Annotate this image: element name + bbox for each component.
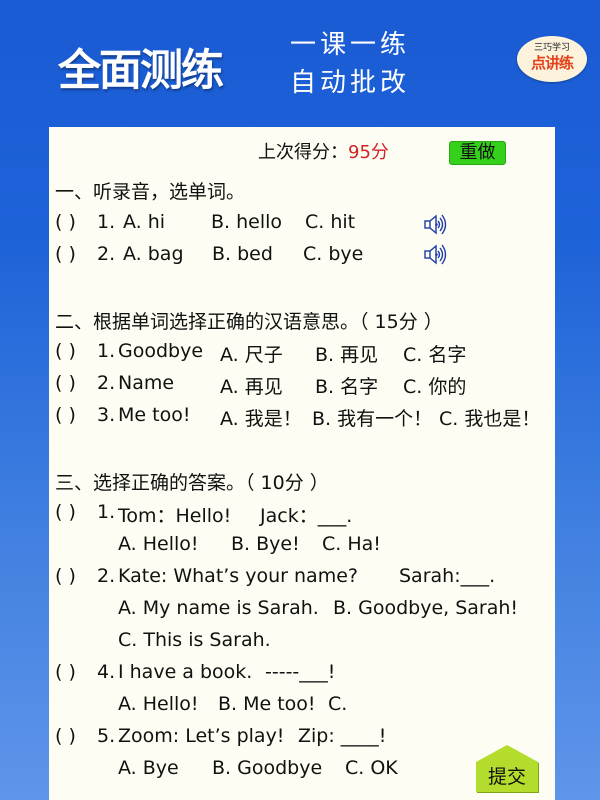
option-b: B. bed [212,243,273,265]
option-c: C. bye [303,243,364,265]
question-number: 1. [97,211,116,233]
question-number: 4. [97,661,116,683]
options-row: A. Hello! B. Me too! C. [55,693,550,719]
question-reply: Zip: ____! [298,725,387,747]
speaker-icon[interactable] [423,213,453,237]
question-reply: Sarah:___. [399,565,496,587]
question-row: ( ) 1. Tom：Hello! Jack：___. [55,501,550,527]
speaker-icon[interactable] [423,243,453,267]
option-b: B. hello [211,211,283,233]
section-2-title: 二、根据单词选择正确的汉语意思。（ 15分 ） [55,311,443,333]
option-b: B. 我有一个！ [312,408,433,430]
question-number: 2. [97,372,116,394]
option-c: C. OK [345,757,398,779]
option-a: A. Hello! [118,693,199,715]
question-stem: Tom：Hello! [118,505,232,527]
header: 全面测练 一课一练 自动批改 三巧学习 点讲练 [0,0,600,128]
last-score: 上次得分：95分 [258,138,389,164]
option-c: C. hit [305,211,356,233]
logo-badge: 三巧学习 点讲练 [517,36,587,82]
options-row: A. My name is Sarah. B. Goodbye, Sarah! [55,597,550,623]
option-a: A. hi [123,211,166,233]
submit-label: 提交 [487,766,526,788]
redo-button[interactable]: 重做 [449,141,506,165]
section-3-title: 三、选择正确的答案。（ 10分 ） [55,472,329,494]
slogan-line-1: 一课一练 [290,30,411,60]
question-number: 1. [97,501,116,523]
option-a: A. 再见 [220,376,283,398]
answer-bracket[interactable]: ( ) [55,725,76,747]
option-c: C. 你的 [403,376,467,398]
options-row: C. This is Sarah. [55,629,550,655]
question-row: ( ) 1. Goodbye A. 尺子 B. 再见 C. 名字 [55,340,550,366]
option-b: B. 再见 [315,344,379,366]
option-a: A. 我是！ [220,408,302,430]
question-row: ( ) 2. A. bag B. bed C. bye [55,243,550,269]
last-score-label: 上次得分： [258,142,348,163]
brand-title: 全面测练 [58,46,224,96]
question-row: ( ) 1. A. hi B. hello C. hit [55,211,550,237]
answer-bracket[interactable]: ( ) [55,243,76,265]
question-stem: Kate: What’s your name? [118,565,358,587]
question-reply: Jack：___. [260,505,353,527]
submit-button[interactable]: 提交 [474,744,540,794]
option-a: A. Bye [118,757,179,779]
score-row: 上次得分：95分 重做 [49,135,555,165]
question-stem: Goodbye [118,340,204,362]
option-c: C. Ha! [322,533,381,555]
question-number: 2. [97,243,116,265]
question-stem: Name [118,372,175,394]
option-b: B. Bye! [231,533,300,555]
option-a: A. 尺子 [220,344,283,366]
section-1-title: 一、听录音，选单词。 [55,181,246,203]
answer-bracket[interactable]: ( ) [55,661,76,683]
answer-bracket[interactable]: ( ) [55,211,76,233]
answer-bracket[interactable]: ( ) [55,501,76,523]
question-number: 1. [97,340,116,362]
option-a: A. My name is Sarah. [118,597,319,619]
answer-bracket[interactable]: ( ) [55,340,76,362]
answer-bracket[interactable]: ( ) [55,404,76,426]
options-row: A. Hello! B. Bye! C. Ha! [55,533,550,559]
last-score-value: 95分 [348,142,389,163]
question-number: 3. [97,404,116,426]
question-row: ( ) 2. Name A. 再见 B. 名字 C. 你的 [55,372,550,398]
question-row: ( ) 2. Kate: What’s your name? Sarah:___… [55,565,550,591]
question-number: 5. [97,725,116,747]
option-c: C. [328,693,348,715]
answer-bracket[interactable]: ( ) [55,372,76,394]
option-a: A. Hello! [118,533,199,555]
option-c: C. This is Sarah. [118,629,271,651]
option-a: A. bag [123,243,184,265]
question-reply: -----___! [265,661,336,683]
question-stem: I have a book. [118,661,253,683]
question-stem: Me too! [118,404,191,426]
option-c: C. 我也是！ [439,408,541,430]
question-row: ( ) 4. I have a book. -----___! [55,661,550,687]
option-b: B. Goodbye [212,757,323,779]
logo-top-text: 三巧学习 [533,43,570,53]
option-c: C. 名字 [403,344,467,366]
option-b: B. Me too! [218,693,316,715]
answer-bracket[interactable]: ( ) [55,565,76,587]
question-number: 2. [97,565,116,587]
slogan: 一课一练 自动批改 [290,26,410,102]
option-b: B. Goodbye, Sarah! [333,597,519,619]
logo-bottom-text: 点讲练 [530,54,574,72]
question-stem: Zoom: Let’s play! [118,725,285,747]
question-row: ( ) 3. Me too! A. 我是！ B. 我有一个！ C. 我也是！ [55,404,550,430]
slogan-line-2: 自动批改 [290,68,411,98]
option-b: B. 名字 [315,376,379,398]
exercise-card: 上次得分：95分 重做 一、听录音，选单词。 ( ) 1. A. hi B. h… [49,127,555,800]
